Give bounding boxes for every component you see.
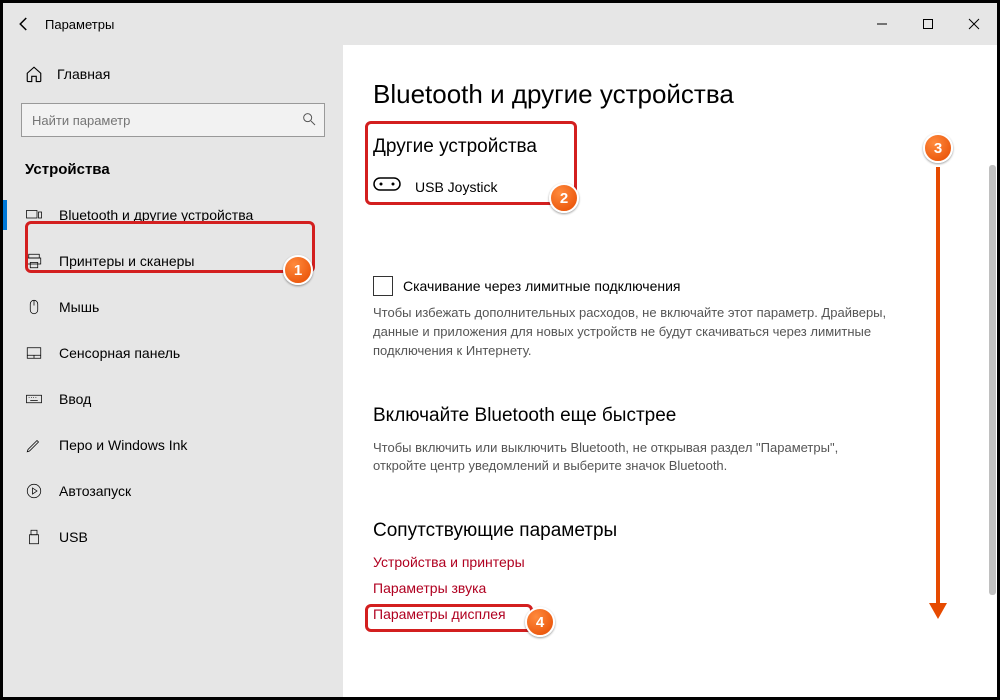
content-area: Bluetooth и другие устройства Другие уст…	[343, 45, 997, 697]
metered-checkbox-label: Скачивание через лимитные подключения	[403, 278, 680, 294]
keyboard-icon	[25, 390, 43, 408]
devices-icon	[25, 206, 43, 224]
sidebar-item-bluetooth[interactable]: Bluetooth и другие устройства	[3, 192, 343, 238]
sidebar-item-label: USB	[59, 529, 88, 545]
search-input[interactable]	[21, 103, 325, 137]
other-devices-header: Другие устройства	[373, 136, 967, 158]
sidebar-item-label: Принтеры и сканеры	[59, 253, 194, 269]
touchpad-icon	[25, 344, 43, 362]
link-devices-printers[interactable]: Устройства и принтеры	[373, 554, 967, 570]
gamepad-icon	[373, 174, 401, 200]
sidebar-item-mouse[interactable]: Мышь	[3, 284, 343, 330]
sidebar-item-label: Мышь	[59, 299, 99, 315]
sidebar-item-touchpad[interactable]: Сенсорная панель	[3, 330, 343, 376]
sidebar-item-printers[interactable]: Принтеры и сканеры	[3, 238, 343, 284]
sidebar-item-label: Перо и Windows Ink	[59, 437, 187, 453]
search-icon	[301, 111, 317, 132]
pen-icon	[25, 436, 43, 454]
sidebar-item-usb[interactable]: USB	[3, 514, 343, 560]
search-box	[21, 103, 325, 137]
metered-checkbox-row[interactable]: Скачивание через лимитные подключения	[373, 276, 967, 296]
home-icon	[25, 65, 43, 83]
related-settings-header: Сопутствующие параметры	[373, 520, 967, 542]
sidebar-item-autoplay[interactable]: Автозапуск	[3, 468, 343, 514]
quick-bluetooth-header: Включайте Bluetooth еще быстрее	[373, 405, 967, 427]
quick-bluetooth-desc: Чтобы включить или выключить Bluetooth, …	[373, 439, 893, 477]
sidebar-section-title: Устройства	[3, 155, 343, 192]
maximize-button[interactable]	[905, 3, 951, 45]
printer-icon	[25, 252, 43, 270]
window-title: Параметры	[45, 17, 114, 32]
sidebar-item-label: Ввод	[59, 391, 91, 407]
sidebar-item-pen[interactable]: Перо и Windows Ink	[3, 422, 343, 468]
checkbox-box[interactable]	[373, 276, 393, 296]
titlebar: Параметры	[3, 3, 997, 45]
link-sound-settings[interactable]: Параметры звука	[373, 580, 967, 596]
sidebar-home-label: Главная	[57, 66, 110, 82]
device-name: USB Joystick	[415, 179, 497, 195]
sidebar: Главная Устройства Bluetooth и другие ус…	[3, 45, 343, 697]
page-title: Bluetooth и другие устройства	[373, 79, 967, 110]
link-display-settings[interactable]: Параметры дисплея	[373, 606, 967, 622]
autoplay-icon	[25, 482, 43, 500]
sidebar-item-label: Автозапуск	[59, 483, 131, 499]
minimize-button[interactable]	[859, 3, 905, 45]
usb-icon	[25, 528, 43, 546]
sidebar-home[interactable]: Главная	[3, 55, 343, 93]
device-row[interactable]: USB Joystick	[373, 170, 967, 210]
sidebar-item-label: Bluetooth и другие устройства	[59, 207, 253, 223]
metered-description: Чтобы избежать дополнительных расходов, …	[373, 304, 893, 361]
back-button[interactable]	[3, 15, 45, 33]
mouse-icon	[25, 298, 43, 316]
scrollbar[interactable]	[989, 165, 996, 595]
sidebar-item-typing[interactable]: Ввод	[3, 376, 343, 422]
sidebar-item-label: Сенсорная панель	[59, 345, 180, 361]
sidebar-nav: Bluetooth и другие устройства Принтеры и…	[3, 192, 343, 560]
close-button[interactable]	[951, 3, 997, 45]
